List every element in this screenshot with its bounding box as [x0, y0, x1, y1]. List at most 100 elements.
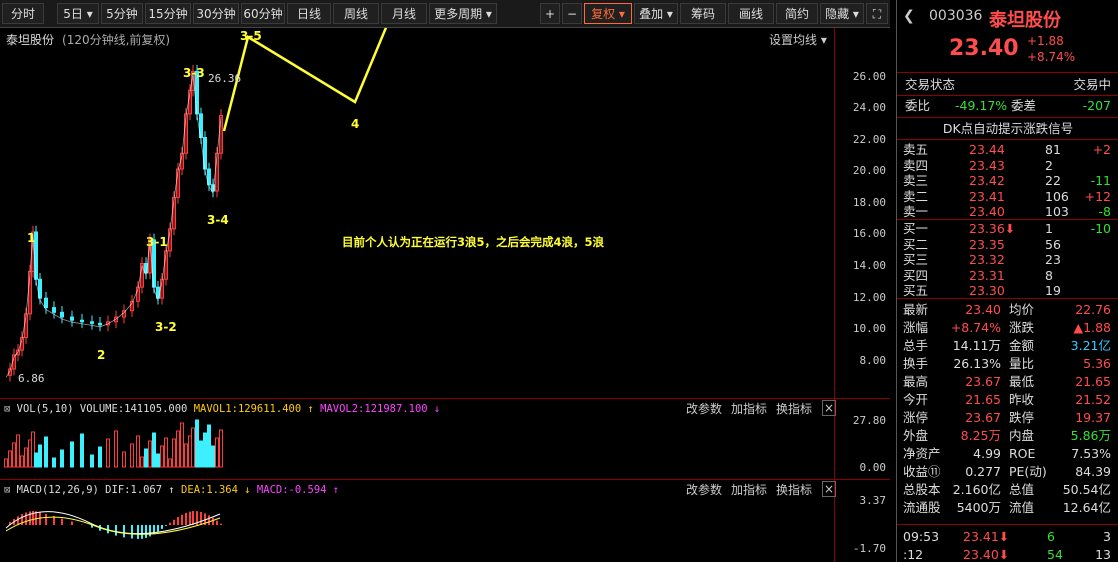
asks-price: 23.42: [969, 173, 1005, 189]
stat-v2: 3.21亿: [1070, 338, 1111, 353]
bids-vol: 56: [1045, 236, 1061, 252]
candle-body: [80, 319, 84, 323]
candle-body: [44, 297, 48, 309]
vol-axis-bottom: 0.00: [859, 461, 887, 474]
bids-label: 买四: [903, 267, 929, 283]
more-periods-dropdown[interactable]: 更多周期 ▾: [429, 3, 497, 24]
bids-vol: 1: [1045, 221, 1053, 236]
stat-l2: 流值: [1009, 500, 1035, 515]
asks-vol: 103: [1045, 204, 1069, 220]
price-axis-label: 8.00: [859, 354, 887, 367]
stat-l2: 金额: [1009, 338, 1035, 353]
fullscreen-icon[interactable]: ⛶: [866, 3, 888, 24]
volume-bar: [114, 430, 118, 468]
tick-num: 3: [1103, 529, 1111, 544]
weicha-value: -207: [1082, 98, 1111, 113]
zoom-out-button[interactable]: −: [562, 3, 582, 24]
stat-v1: 0.277: [965, 464, 1001, 479]
tab-60min[interactable]: 60分钟: [241, 3, 285, 24]
add-indicator-button[interactable]: 加指标: [731, 481, 767, 499]
divider: [897, 95, 1118, 96]
chips-button[interactable]: 筹码: [680, 3, 726, 24]
zoom-in-button[interactable]: +: [540, 3, 560, 24]
down-arrow-icon: ↓: [237, 484, 257, 496]
volume-bar: [52, 457, 56, 468]
period-toolbar: 分时 5日 ▾ 5分钟 15分钟 30分钟 60分钟 日线 周线 月线 更多周期 ▾ + − 复权 ▾ 叠…: [0, 0, 890, 28]
fuquan-dropdown[interactable]: 复权 ▾: [584, 3, 632, 24]
tick-num: 13: [1095, 547, 1111, 562]
close-panel-icon[interactable]: ×: [822, 481, 836, 497]
back-arrow-icon[interactable]: ❮: [903, 8, 915, 24]
stat-l2: 量比: [1009, 356, 1035, 371]
down-arrow-icon: ↓: [427, 403, 441, 415]
price-axis-label: 22.00: [852, 133, 886, 146]
volume-bar: [172, 438, 176, 468]
switch-indicator-button[interactable]: 换指标: [776, 400, 812, 418]
stat-v1: 4.99: [973, 446, 1001, 461]
change-param-button[interactable]: 改参数: [686, 400, 722, 418]
volume-bar: [12, 442, 16, 468]
tab-15min[interactable]: 15分钟: [145, 3, 191, 24]
tab-weekly[interactable]: 周线: [333, 3, 379, 24]
panel-close-icon[interactable]: ⊠: [4, 484, 17, 496]
stat-v2: 21.52: [1075, 392, 1111, 407]
mavol2-value: MAVOL2:121987.100: [320, 403, 428, 415]
stat-l1: 今开: [903, 392, 929, 407]
stat-l1: 外盘: [903, 428, 929, 443]
bids-row: 买一 23.36⬇ 1 -10: [897, 221, 1118, 237]
volume-bar: [16, 434, 20, 468]
stat-v1: 5400万: [956, 500, 1001, 515]
stock-name: 泰坦股份: [6, 33, 55, 47]
hide-dropdown[interactable]: 隐藏 ▾: [820, 3, 864, 24]
tab-fenshi[interactable]: 分时: [2, 3, 44, 24]
vol-indicator-name: VOL(5,10): [16, 403, 74, 415]
switch-indicator-button[interactable]: 换指标: [776, 481, 812, 499]
asks-vol: 22: [1045, 173, 1061, 189]
stat-v2: ▲1.88: [1073, 320, 1111, 335]
volume-bar: [180, 422, 184, 468]
stat-l1: 最新: [903, 302, 929, 317]
overlay-dropdown[interactable]: 叠加 ▾: [634, 3, 678, 24]
wave-label: 3-2: [155, 320, 177, 334]
low-price-label: 6.86: [18, 372, 45, 385]
draw-line-button[interactable]: 画线: [728, 3, 774, 24]
tab-5day[interactable]: 5日 ▾: [57, 3, 99, 24]
volume-bar: [219, 429, 223, 468]
volume-bar: [199, 440, 203, 468]
dif-value: DIF:1.067: [105, 484, 163, 496]
stat-row: 涨幅 +8.74% 涨跌 ▲1.88: [897, 320, 1118, 336]
divider: [897, 219, 1118, 220]
change-param-button[interactable]: 改参数: [686, 481, 722, 499]
divider: [897, 298, 1118, 299]
signal-link[interactable]: DK点自动提示涨跌信号: [897, 121, 1118, 137]
stat-v2: 21.65: [1075, 374, 1111, 389]
asks-row: 卖四 23.43 2: [897, 158, 1118, 174]
stat-l2: 涨跌: [1009, 320, 1035, 335]
close-panel-icon[interactable]: ×: [822, 400, 836, 416]
tab-daily[interactable]: 日线: [287, 3, 331, 24]
set-ma-button[interactable]: 设置均线 ▾: [769, 31, 827, 48]
stat-v1: 21.65: [965, 392, 1001, 407]
stat-row: 外盘 8.25万 内盘 5.86万: [897, 428, 1118, 444]
stat-l2: PE(动): [1009, 464, 1047, 479]
volume-bar: [60, 449, 64, 468]
weibi-row: 委比 -49.17% 委差 -207: [897, 98, 1118, 114]
tab-30min[interactable]: 30分钟: [193, 3, 239, 24]
tab-monthly[interactable]: 月线: [381, 3, 427, 24]
asks-vol: 106: [1045, 188, 1069, 204]
panel-close-icon[interactable]: ⊠: [4, 403, 17, 415]
add-indicator-button[interactable]: 加指标: [731, 400, 767, 418]
stat-v2: 19.37: [1075, 410, 1111, 425]
volume-bar: [195, 419, 199, 468]
tab-5min[interactable]: 5分钟: [101, 3, 143, 24]
candle-body: [52, 307, 56, 313]
signal-text[interactable]: DK点自动提示涨跌信号: [897, 121, 1118, 137]
stat-v2: 50.54亿: [1062, 482, 1111, 497]
simple-button[interactable]: 简约: [776, 3, 818, 24]
bids-row: 买三 23.32 23: [897, 252, 1118, 268]
panel-divider: [0, 398, 890, 399]
asks-price: 23.40: [969, 204, 1005, 220]
volume-bar: [4, 458, 8, 468]
volume-bar: [168, 458, 172, 468]
vol-value: VOLUME:141105.000: [79, 403, 188, 415]
